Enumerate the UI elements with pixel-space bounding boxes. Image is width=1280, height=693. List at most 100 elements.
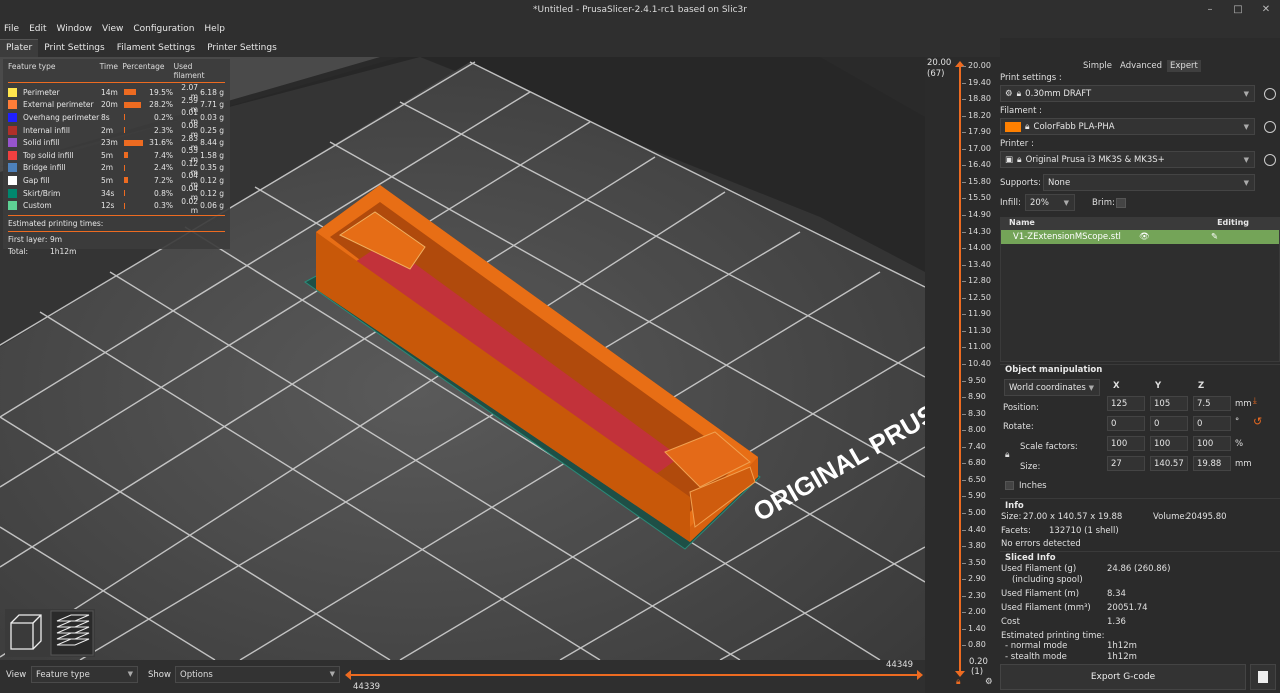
lock-scale-icon[interactable]: 🔒︎ [1005, 450, 1010, 460]
menu-help[interactable]: Help [204, 24, 225, 34]
mode-advanced[interactable]: Advanced [1117, 60, 1165, 72]
export-gcode-button[interactable]: Export G-code [1000, 664, 1246, 690]
chevron-down-icon: ▼ [1243, 122, 1249, 131]
brim-checkbox[interactable] [1116, 198, 1126, 208]
vslider-tick-label: 6.80 [962, 458, 986, 468]
eye-icon[interactable]: 👁︎ [1139, 232, 1150, 242]
scale-z-input[interactable]: 100 [1193, 436, 1231, 451]
object-list: Name Editing V1-ZExtensionMScope.stl 👁︎ … [1000, 217, 1280, 362]
print-settings-value: 0.30mm DRAFT [1025, 88, 1092, 99]
filament-edit-icon[interactable] [1264, 121, 1276, 133]
vslider-tick-label: 2.00 [962, 607, 986, 617]
vslider-tick-label: 8.30 [962, 408, 986, 418]
rotate-x-input[interactable]: 0 [1107, 416, 1145, 431]
legend-bar [124, 139, 148, 146]
show-options-select[interactable]: Options ▼ [175, 666, 340, 683]
maximize-icon[interactable]: □ [1232, 3, 1244, 15]
menu-configuration[interactable]: Configuration [133, 24, 194, 34]
tab-printer-settings[interactable]: Printer Settings [201, 40, 283, 57]
print-settings-select[interactable]: ⚙ 🔒︎ 0.30mm DRAFT ▼ [1000, 85, 1255, 102]
h-slider-right-handle[interactable] [917, 670, 923, 680]
view-type-select[interactable]: Feature type ▼ [31, 666, 138, 683]
size-x-input[interactable]: 27 [1107, 456, 1145, 471]
legend-bar [124, 190, 148, 197]
menu-window[interactable]: Window [57, 24, 93, 34]
menu-edit[interactable]: Edit [29, 24, 46, 34]
divider [1000, 551, 1280, 552]
coord-system-select[interactable]: World coordinates ▼ [1004, 379, 1100, 396]
vslider-track[interactable] [952, 57, 968, 693]
scale-x-input[interactable]: 100 [1107, 436, 1145, 451]
printer-select[interactable]: ▣ 🔒︎ Original Prusa i3 MK3S & MK3S+ ▼ [1000, 151, 1255, 168]
h-slider-left-value: 44339 [353, 682, 381, 692]
legend-swatch [8, 100, 17, 110]
chevron-down-icon: ▼ [1243, 155, 1249, 164]
size-y-input[interactable]: 140.57 [1150, 456, 1188, 471]
reset-rotation-icon[interactable]: ↺ [1253, 415, 1262, 428]
view-type-value: Feature type [36, 669, 90, 680]
infill-select[interactable]: 20% ▼ [1025, 194, 1075, 211]
edit-icon[interactable]: ✎ [1211, 232, 1218, 242]
est-time-label: Estimated printing time: [1001, 631, 1105, 641]
printer-value: Original Prusa i3 MK3S & MK3S+ [1025, 154, 1165, 165]
rotate-y-input[interactable]: 0 [1150, 416, 1188, 431]
stealth-mode-label: - stealth mode [1005, 652, 1067, 662]
vslider-tick-label: 14.90 [962, 210, 991, 219]
menu-bar: File Edit Window View Configuration Help [0, 20, 1280, 38]
lock-icon[interactable]: 🔒︎ [956, 677, 961, 687]
size-z-input[interactable]: 19.88 [1193, 456, 1231, 471]
vslider-tick-label: 14.00 [962, 243, 991, 253]
tab-print-settings[interactable]: Print Settings [38, 40, 110, 57]
export-to-device-button[interactable] [1250, 664, 1276, 690]
mode-simple[interactable]: Simple [1080, 60, 1115, 72]
legend-swatch [8, 175, 17, 185]
close-icon[interactable]: ✕ [1260, 3, 1272, 15]
horizontal-slider[interactable] [345, 668, 923, 682]
menu-file[interactable]: File [4, 24, 19, 34]
lock-icon: 🔒︎ [1016, 88, 1022, 99]
position-z-input[interactable]: 7.5 [1193, 396, 1231, 411]
tab-plater[interactable]: Plater [0, 39, 39, 57]
scale-y-input[interactable]: 100 [1150, 436, 1188, 451]
vertical-layer-slider[interactable]: 20.00 (67) 20.00 19.40 18.80 18.20 17.90 17.0… [925, 57, 1000, 693]
menu-view[interactable]: View [102, 24, 123, 34]
mode-expert[interactable]: Expert [1167, 60, 1201, 72]
position-y-input[interactable]: 105 [1150, 396, 1188, 411]
inches-label: Inches [1019, 481, 1047, 491]
vslider-tick-label: 3.80 [962, 541, 986, 551]
legend-bar [124, 114, 148, 121]
axis-y-label: Y [1155, 381, 1162, 391]
legend-grams: 1.58 g [200, 150, 224, 160]
printer-edit-icon[interactable] [1264, 154, 1276, 166]
filament-select[interactable]: 🔒︎ ColorFabb PLA-PHA ▼ [1000, 118, 1255, 135]
window-controls: – □ ✕ [1204, 3, 1272, 15]
preview-bottom-bar: View Feature type ▼ Show Options ▼ 44349… [0, 660, 1000, 693]
position-label: Position: [1003, 403, 1039, 413]
feature-legend: Feature type Time Percentage Used filame… [3, 59, 230, 256]
printer-icon: ▣ [1005, 154, 1014, 165]
legend-bar [124, 164, 148, 171]
minimize-icon[interactable]: – [1204, 3, 1216, 15]
legend-grams: 0.35 g [200, 163, 224, 173]
used-m-label: Used Filament (m) [1001, 589, 1080, 599]
drop-to-bed-icon[interactable]: ⤓ [1253, 396, 1257, 406]
legend-bar [124, 89, 148, 96]
legend-feature-name: Bridge infill [23, 163, 66, 173]
print-settings-edit-icon[interactable] [1264, 88, 1276, 100]
3d-view-icon[interactable] [10, 614, 42, 650]
rotate-z-input[interactable]: 0 [1193, 416, 1231, 431]
vslider-tick-label: 11.90 [962, 309, 991, 319]
vslider-top-layer: (67) [927, 69, 945, 79]
gear-icon[interactable]: ⚙ [985, 677, 993, 687]
position-x-input[interactable]: 125 [1107, 396, 1145, 411]
legend-swatch [8, 163, 17, 173]
object-row[interactable]: V1-ZExtensionMScope.stl 👁︎ ✎ [1001, 230, 1279, 244]
supports-select[interactable]: None ▼ [1043, 174, 1255, 191]
used-g-value: 24.86 (260.86) [1107, 564, 1171, 574]
used-m-value: 8.34 [1107, 589, 1126, 599]
inches-checkbox[interactable] [1005, 481, 1014, 490]
tab-filament-settings[interactable]: Filament Settings [111, 40, 201, 57]
h-slider-left-handle[interactable] [345, 670, 351, 680]
object-list-name-header: Name [1009, 218, 1035, 227]
info-title: Info [1005, 501, 1024, 511]
